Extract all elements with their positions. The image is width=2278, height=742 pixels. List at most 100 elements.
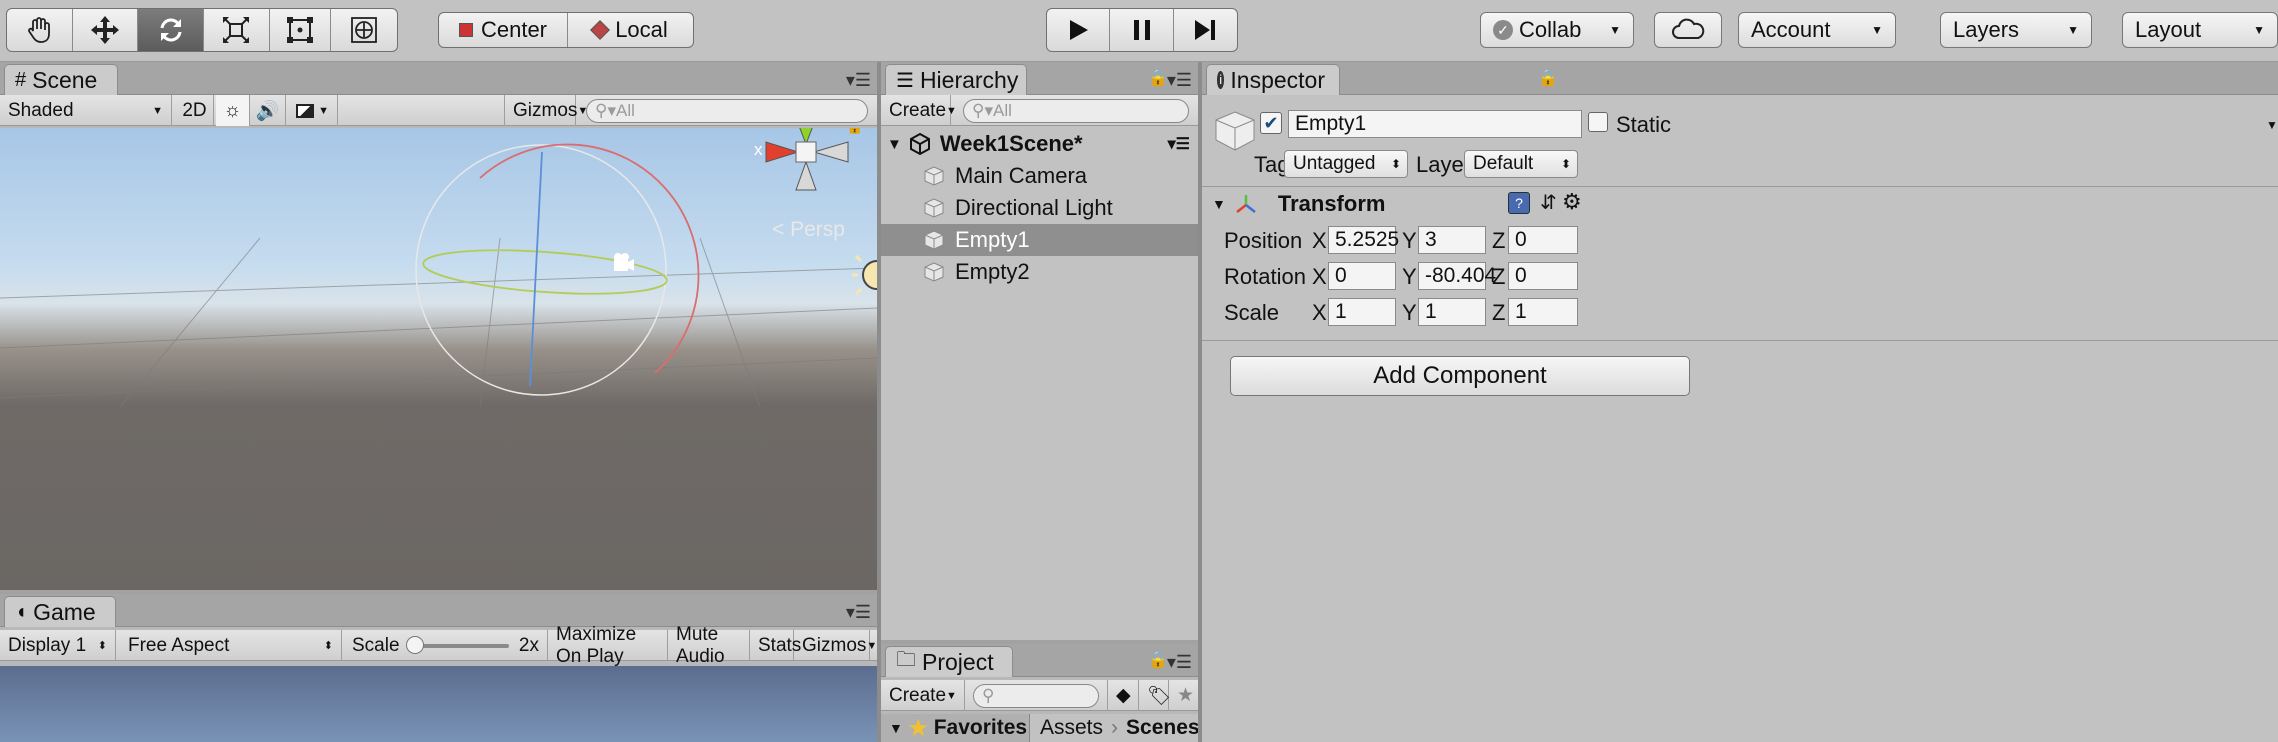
space-label: Local — [615, 17, 668, 42]
aspect-dropdown[interactable]: Free Aspect ⬍ — [118, 630, 342, 661]
position-y-field[interactable]: 3 — [1418, 226, 1486, 254]
hierarchy-create-dropdown[interactable]: Create ▼ — [881, 95, 957, 126]
filter-by-label-button[interactable]: 🏷 — [1139, 680, 1171, 711]
scale-tool-button[interactable] — [204, 9, 270, 51]
pause-button[interactable] — [1110, 9, 1174, 51]
layout-dropdown[interactable]: Layout ▼ — [2122, 12, 2278, 48]
tab-hierarchy[interactable]: ☰ Hierarchy — [885, 64, 1027, 95]
audio-toggle[interactable]: 🔊 — [250, 95, 286, 126]
scene-gizmos-dropdown[interactable]: Gizmos ▼ — [504, 95, 588, 126]
scene-menu-icon[interactable]: ▾☰ — [1168, 134, 1190, 154]
slider-thumb[interactable] — [405, 635, 424, 654]
tab-game[interactable]: ◖ Game — [4, 596, 116, 627]
scale-z-field[interactable]: 1 — [1508, 298, 1578, 326]
hierarchy-item-directional-light[interactable]: Directional Light — [881, 192, 1198, 224]
scene-viewport[interactable]: y x 🔒 < Persp — [0, 128, 877, 590]
transform-label: Transform — [1277, 191, 1386, 216]
maximize-on-play-toggle[interactable]: Maximize On Play — [548, 624, 668, 667]
display-dropdown[interactable]: Display 1 ⬍ — [0, 630, 116, 661]
position-x-field[interactable]: 5.2525 — [1328, 226, 1399, 254]
rotation-y-field[interactable]: -80.404 — [1418, 262, 1496, 290]
panel-menu-icon[interactable]: ▾☰ — [1167, 652, 1192, 673]
help-book-icon[interactable]: ? — [1508, 192, 1530, 214]
project-create-dropdown[interactable]: Create ▼ — [881, 680, 965, 711]
rotation-gizmo[interactable] — [415, 143, 700, 396]
lock-icon[interactable]: 🔒 — [846, 128, 863, 135]
panel-menu-icon[interactable]: ▾☰ — [846, 70, 871, 91]
scale-y-field[interactable]: 1 — [1418, 298, 1486, 326]
axis-y-label[interactable]: Y — [1402, 300, 1417, 326]
hierarchy-item-main-camera[interactable]: Main Camera — [881, 160, 1198, 192]
project-search-input[interactable]: ⚲ — [973, 684, 1099, 708]
collab-dropdown[interactable]: ✓ Collab ▼ — [1480, 12, 1634, 48]
axis-z-label[interactable]: Z — [1492, 228, 1505, 254]
layer-dropdown[interactable]: Default ⬍ — [1464, 150, 1578, 178]
panel-menu-icon[interactable]: ▾☰ — [1167, 70, 1192, 91]
scene-root-row[interactable]: ▼ Week1Scene* ▾☰ — [881, 128, 1198, 160]
transform-component-header[interactable]: ▼ Transform ? ⇵ ⚙ — [1202, 188, 2278, 220]
mode-2d-toggle[interactable]: 2D — [176, 95, 214, 126]
layers-dropdown[interactable]: Layers ▼ — [1940, 12, 2092, 48]
stats-toggle[interactable]: Stats — [750, 630, 801, 661]
hierarchy-search-input[interactable]: ⚲▾ All — [963, 99, 1189, 123]
persp-label[interactable]: < Persp — [772, 218, 845, 242]
lock-icon[interactable]: 🔒 — [1538, 68, 1558, 88]
tab-scene[interactable]: # Scene — [4, 64, 118, 95]
rect-tool-button[interactable] — [270, 9, 332, 51]
breadcrumb-scenes[interactable]: Scenes — [1126, 716, 1200, 740]
filter-by-type-button[interactable]: ◆ — [1107, 680, 1139, 711]
axis-x-label[interactable]: X — [1312, 228, 1327, 254]
effects-dropdown[interactable]: ▼ — [288, 95, 338, 126]
sliders-icon[interactable]: ⇵ — [1540, 190, 1557, 215]
directional-light-icon[interactable] — [852, 254, 877, 296]
favorites-button[interactable]: ★ — [1169, 680, 1199, 711]
game-gizmos-dropdown[interactable]: Gizmos ▼ — [794, 630, 877, 661]
rotate-tool-button[interactable] — [138, 9, 205, 51]
step-button[interactable] — [1174, 9, 1237, 51]
gear-icon[interactable]: ⚙ — [1562, 189, 1582, 215]
tag-dropdown[interactable]: Untagged ⬍ — [1284, 150, 1408, 178]
breadcrumb-assets[interactable]: Assets — [1040, 716, 1103, 740]
add-component-button[interactable]: Add Component — [1230, 356, 1690, 396]
pivot-center-button[interactable]: Center — [439, 13, 568, 47]
tab-inspector[interactable]: i Inspector — [1206, 64, 1340, 95]
shading-mode-dropdown[interactable]: Shaded ▼ — [0, 95, 172, 126]
axis-x-label[interactable]: X — [1312, 264, 1327, 290]
axis-y-label[interactable]: Y — [1402, 228, 1417, 254]
hierarchy-item-empty2[interactable]: Empty2 — [881, 256, 1198, 288]
game-viewport[interactable] — [0, 666, 877, 742]
rotation-z-field[interactable]: 0 — [1508, 262, 1578, 290]
object-name-field[interactable]: Empty1 — [1288, 110, 1582, 138]
play-button[interactable] — [1047, 9, 1111, 51]
static-checkbox[interactable] — [1588, 112, 1608, 132]
axis-y-label[interactable]: Y — [1402, 264, 1417, 290]
move-tool-button[interactable] — [73, 9, 139, 51]
scale-slider[interactable] — [405, 635, 509, 654]
axis-z-label[interactable]: Z — [1492, 300, 1505, 326]
account-dropdown[interactable]: Account ▼ — [1738, 12, 1896, 48]
mute-audio-toggle[interactable]: Mute Audio — [668, 624, 750, 667]
active-checkbox[interactable]: ✔ — [1260, 112, 1282, 134]
lock-icon[interactable]: 🔒 — [1148, 650, 1168, 670]
mute-label: Mute Audio — [676, 623, 725, 667]
lock-icon[interactable]: 🔒 — [1148, 68, 1168, 88]
transform-tool-button[interactable] — [331, 9, 397, 51]
axis-x-label[interactable]: X — [1312, 300, 1327, 326]
scene-search-input[interactable]: ⚲▾ All — [586, 99, 868, 123]
position-z-field[interactable]: 0 — [1508, 226, 1578, 254]
orientation-gizmo[interactable]: y x — [752, 128, 856, 204]
panel-menu-icon[interactable]: ▾☰ — [846, 602, 871, 623]
pivot-local-button[interactable]: Local — [568, 13, 693, 47]
chevron-down-icon[interactable]: ▼ — [2266, 118, 2278, 132]
lighting-toggle[interactable]: ☼ — [216, 95, 250, 126]
project-tabbar: 🗀 Project 🔒 ▾☰ — [881, 644, 1198, 677]
cloud-button[interactable] — [1654, 12, 1722, 48]
scale-x-field[interactable]: 1 — [1328, 298, 1396, 326]
camera-gizmo-icon[interactable] — [614, 253, 634, 271]
hierarchy-item-empty1[interactable]: Empty1 — [881, 224, 1198, 256]
tab-project[interactable]: 🗀 Project — [885, 646, 1013, 677]
axis-z-label[interactable]: Z — [1492, 264, 1505, 290]
hand-tool-button[interactable] — [7, 9, 73, 51]
rotation-x-field[interactable]: 0 — [1328, 262, 1396, 290]
favorites-label[interactable]: Favorites — [934, 716, 1027, 740]
